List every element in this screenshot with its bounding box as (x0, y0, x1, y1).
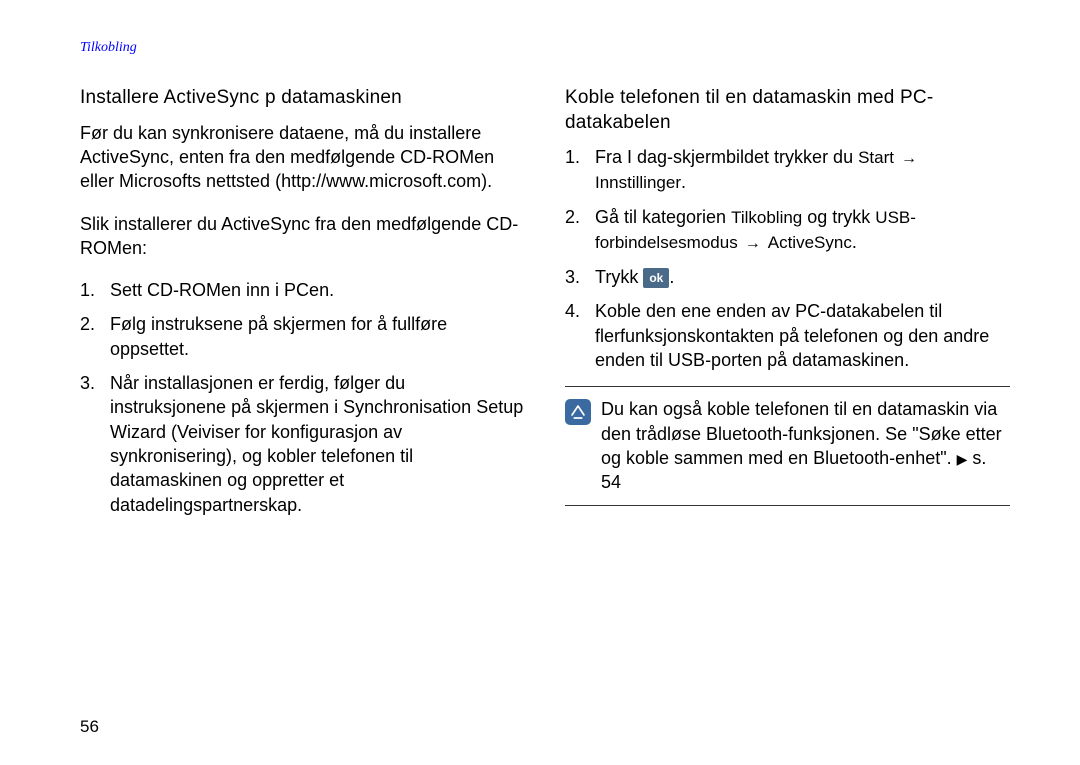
step2-mid: og trykk (802, 207, 875, 227)
step2-ui-tilkobling: Tilkobling (731, 208, 802, 227)
step3-pre: Trykk (595, 267, 643, 287)
content-columns: Installere ActiveSync p datamaskinen Før… (80, 86, 1010, 527)
right-steps: Fra I dag-skjermbildet trykker du Start … (565, 145, 1010, 372)
left-step-1: Sett CD-ROMen inn i PCen. (80, 278, 525, 302)
triangle-icon: ▶ (957, 451, 968, 467)
left-lead-in: Slik installerer du ActiveSync fra den m… (80, 212, 525, 261)
left-intro: Før du kan synkronisere dataene, må du i… (80, 121, 525, 194)
step1-post: . (681, 172, 686, 192)
note-box: Du kan også koble telefonen til en datam… (565, 386, 1010, 505)
step1-ui-settings: Innstillinger (595, 173, 681, 192)
right-subheading: Koble telefonen til en datamaskin med PC… (565, 86, 1010, 135)
arrow-icon: → (899, 148, 919, 170)
left-steps: Sett CD-ROMen inn i PCen. Følg instrukse… (80, 278, 525, 517)
step2-post: . (852, 232, 857, 252)
note-icon (565, 399, 591, 425)
right-step-3: Trykk ok. (565, 265, 1010, 289)
left-subheading: Installere ActiveSync p datamaskinen (80, 86, 525, 111)
step2-ui-activesync: ActiveSync (768, 233, 852, 252)
right-step-1: Fra I dag-skjermbildet trykker du Start … (565, 145, 1010, 195)
step2-pre: Gå til kategorien (595, 207, 731, 227)
note-text-body: Du kan også koble telefonen til en datam… (601, 399, 1002, 468)
step1-pre: Fra I dag-skjermbildet trykker du (595, 147, 858, 167)
page-number: 56 (80, 717, 99, 737)
right-step-2: Gå til kategorien Tilkobling og trykk US… (565, 205, 1010, 255)
left-column: Installere ActiveSync p datamaskinen Før… (80, 86, 525, 527)
ok-icon: ok (643, 268, 669, 288)
left-step-3: Når installasjonen er ferdig, følger du … (80, 371, 525, 517)
right-column: Koble telefonen til en datamaskin med PC… (565, 86, 1010, 527)
step3-post: . (669, 267, 674, 287)
left-step-2: Følg instruksene på skjermen for å fullf… (80, 312, 525, 361)
right-step-4: Koble den ene enden av PC-datakabelen ti… (565, 299, 1010, 372)
arrow-icon: → (743, 233, 763, 255)
section-header: Tilkobling (80, 40, 1010, 56)
note-text: Du kan også koble telefonen til en datam… (601, 397, 1010, 494)
step1-ui-start: Start (858, 148, 894, 167)
